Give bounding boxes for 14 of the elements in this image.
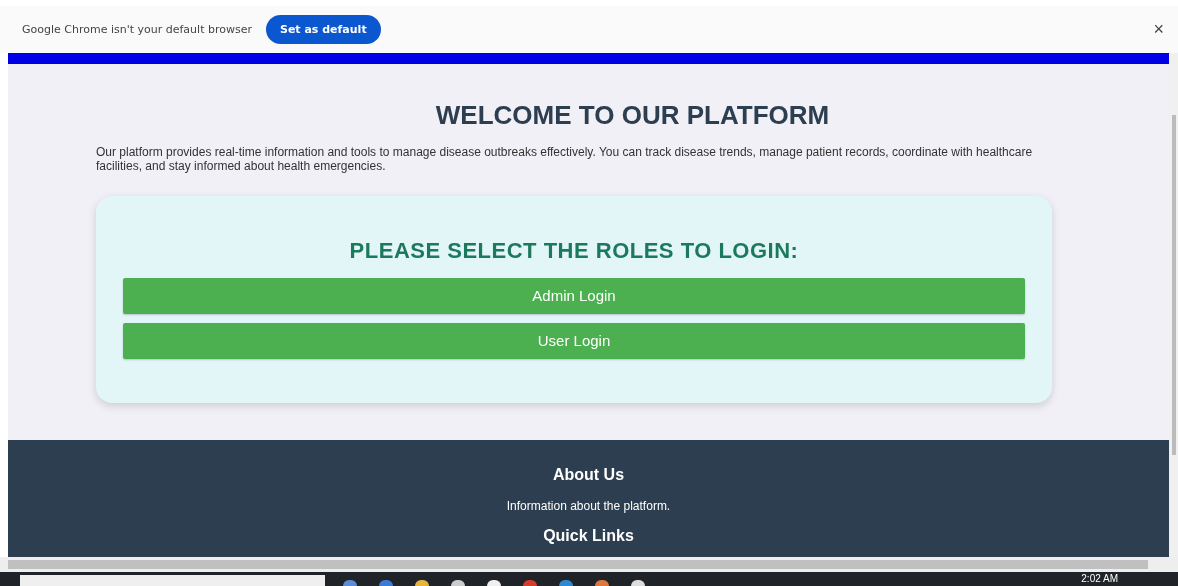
footer-heading: About Us (552, 466, 625, 484)
footer-text: Information about the platform. (506, 499, 671, 513)
taskbar-app-icon[interactable] (451, 580, 465, 586)
set-default-button[interactable]: Set as default (265, 15, 381, 44)
taskbar-app-icon[interactable] (415, 580, 429, 586)
taskbar-app-icon[interactable] (487, 580, 501, 586)
footer-heading: Quick Links (543, 527, 634, 545)
taskbar-app-icon[interactable] (631, 580, 645, 586)
close-button[interactable]: × (1149, 19, 1168, 40)
page-title: WELCOME TO OUR PLATFORM (434, 100, 831, 131)
infobar-message: Google Chrome isn't your default browser (22, 23, 252, 36)
intro-paragraph: Our platform provides real-time information and tools to manage disease outbreaks effectively. You can track disease trends, manage patient records, coordinate with healthcare facilities, and stay informed about health emergencies. (96, 145, 1034, 174)
clock: 2:02 AM (1081, 572, 1118, 586)
card-heading: PLEASE SELECT THE ROLES TO LOGIN: (348, 237, 800, 264)
